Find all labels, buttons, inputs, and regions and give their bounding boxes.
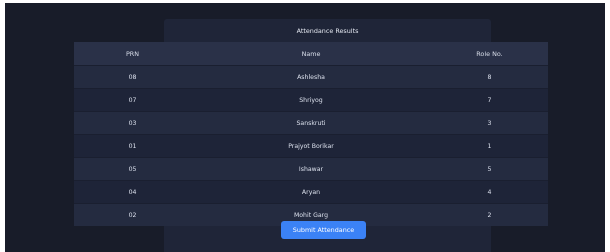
cell-prn: 05 xyxy=(74,157,191,181)
cell-role-no: 7 xyxy=(431,88,548,112)
table-row: 05 Ishawar 5 xyxy=(74,157,548,181)
cell-prn: 03 xyxy=(74,111,191,135)
header-prn: PRN xyxy=(74,42,191,66)
header-name: Name xyxy=(191,42,431,66)
header-role-no: Role No. xyxy=(431,42,548,66)
cell-prn: 07 xyxy=(74,88,191,112)
cell-name: Aryan xyxy=(191,180,431,204)
submit-attendance-button[interactable]: Submit Attendance xyxy=(281,221,366,239)
cell-role-no: 2 xyxy=(431,203,548,226)
attendance-table: PRN Name Role No. 08 Ashlesha 8 07 Shriy… xyxy=(74,42,548,226)
cell-role-no: 3 xyxy=(431,111,548,135)
cell-name: Shriyog xyxy=(191,88,431,112)
header-row: PRN Name Role No. xyxy=(74,42,548,66)
table-row: 08 Ashlesha 8 xyxy=(74,65,548,89)
cell-prn: 02 xyxy=(74,203,191,226)
page-title: Attendance Results xyxy=(296,27,359,35)
cell-name: Sanskruti xyxy=(191,111,431,135)
table-row: 04 Aryan 4 xyxy=(74,180,548,204)
cell-name: Prajyot Borikar xyxy=(191,134,431,158)
table-row: 03 Sanskruti 3 xyxy=(74,111,548,135)
cell-role-no: 1 xyxy=(431,134,548,158)
cell-prn: 08 xyxy=(74,65,191,89)
table-row: 07 Shriyog 7 xyxy=(74,88,548,112)
cell-name: Ishawar xyxy=(191,157,431,181)
cell-role-no: 4 xyxy=(431,180,548,204)
cell-role-no: 8 xyxy=(431,65,548,89)
cell-prn: 01 xyxy=(74,134,191,158)
table-header: PRN Name Role No. xyxy=(74,42,548,66)
table-row: 01 Prajyot Borikar 1 xyxy=(74,134,548,158)
cell-role-no: 5 xyxy=(431,157,548,181)
cell-name: Ashlesha xyxy=(191,65,431,89)
app-frame: Attendance Results PRN Name Role No. 08 … xyxy=(5,3,605,252)
cell-prn: 04 xyxy=(74,180,191,204)
table-body: 08 Ashlesha 8 07 Shriyog 7 03 Sanskruti … xyxy=(74,65,548,226)
